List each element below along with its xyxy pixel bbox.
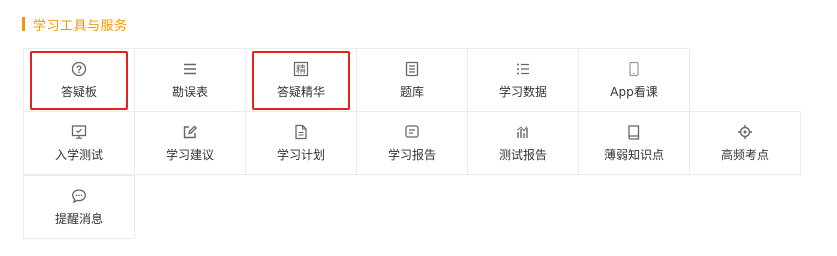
tool-item-xuexijihua[interactable]: 学习计划 <box>245 111 357 175</box>
tool-item-label: 测试报告 <box>498 147 547 162</box>
tool-item-label: 薄弱知识点 <box>603 147 664 162</box>
tool-item-label: 提醒消息 <box>54 211 103 226</box>
tool-item-ceshibaogao[interactable]: 测试报告 <box>467 111 579 175</box>
tool-item-xuexishuju[interactable]: 学习数据 <box>467 48 579 112</box>
section-header: 学习工具与服务 <box>22 15 128 34</box>
jing-badge-icon: 精 <box>293 61 309 77</box>
tool-item-tixingxiaoxi[interactable]: 提醒消息 <box>23 175 135 239</box>
tools-row: 入学测试 学习建议 学习计划 学习报告 测试报告 薄弱知识点 高频考点 <box>23 111 807 176</box>
tool-item-gaopinkaodian[interactable]: 高频考点 <box>689 111 801 175</box>
tool-item-ruxueceshi[interactable]: 入学测试 <box>23 111 135 175</box>
tool-item-label: 入学测试 <box>54 147 103 162</box>
tools-row: 答疑板 勘误表 精 答疑精华 题库 学习数据 App看课 <box>23 48 807 112</box>
tool-item-label: 学习建议 <box>165 147 214 162</box>
tool-item-app-kanke[interactable]: App看课 <box>578 48 690 112</box>
target-icon <box>737 124 753 140</box>
tools-grid: 答疑板 勘误表 精 答疑精华 题库 学习数据 App看课 入学测试 学习建议 学… <box>23 48 807 240</box>
book-icon <box>626 124 642 140</box>
tool-item-label: 答疑精华 <box>276 84 325 99</box>
report-icon <box>404 124 420 140</box>
tool-item-dayijinghua[interactable]: 精 答疑精华 <box>245 48 357 112</box>
monitor-check-icon <box>71 124 87 140</box>
tool-item-kanwubiao[interactable]: 勘误表 <box>134 48 246 112</box>
phone-icon <box>626 61 642 77</box>
tool-item-label: 勘误表 <box>171 84 208 99</box>
document-lines-icon <box>404 61 420 77</box>
tool-item-label: 答疑板 <box>60 84 97 99</box>
file-icon <box>293 124 309 140</box>
tool-item-label: 题库 <box>399 84 424 99</box>
tool-item-boruozhishidian[interactable]: 薄弱知识点 <box>578 111 690 175</box>
tool-item-label: 学习计划 <box>276 147 325 162</box>
svg-text:精: 精 <box>296 63 306 76</box>
tool-item-xuexijianyi[interactable]: 学习建议 <box>134 111 246 175</box>
tool-item-tiku[interactable]: 题库 <box>356 48 468 112</box>
question-circle-icon <box>71 61 87 77</box>
tool-item-label: 学习报告 <box>387 147 436 162</box>
tools-row: 提醒消息 <box>23 175 807 240</box>
edit-icon <box>182 124 198 140</box>
tool-item-xuexibaogao[interactable]: 学习报告 <box>356 111 468 175</box>
bullet-list-icon <box>515 61 531 77</box>
tool-item-dayiban[interactable]: 答疑板 <box>23 48 135 112</box>
chat-bubble-icon <box>71 188 87 204</box>
list-lines-icon <box>182 61 198 77</box>
tool-item-label: 高频考点 <box>720 147 769 162</box>
section-header-accent-bar <box>22 17 25 31</box>
bar-chart-icon <box>515 124 531 140</box>
tool-item-label: App看课 <box>610 84 658 99</box>
section-title: 学习工具与服务 <box>33 18 128 34</box>
tool-item-label: 学习数据 <box>498 84 547 99</box>
